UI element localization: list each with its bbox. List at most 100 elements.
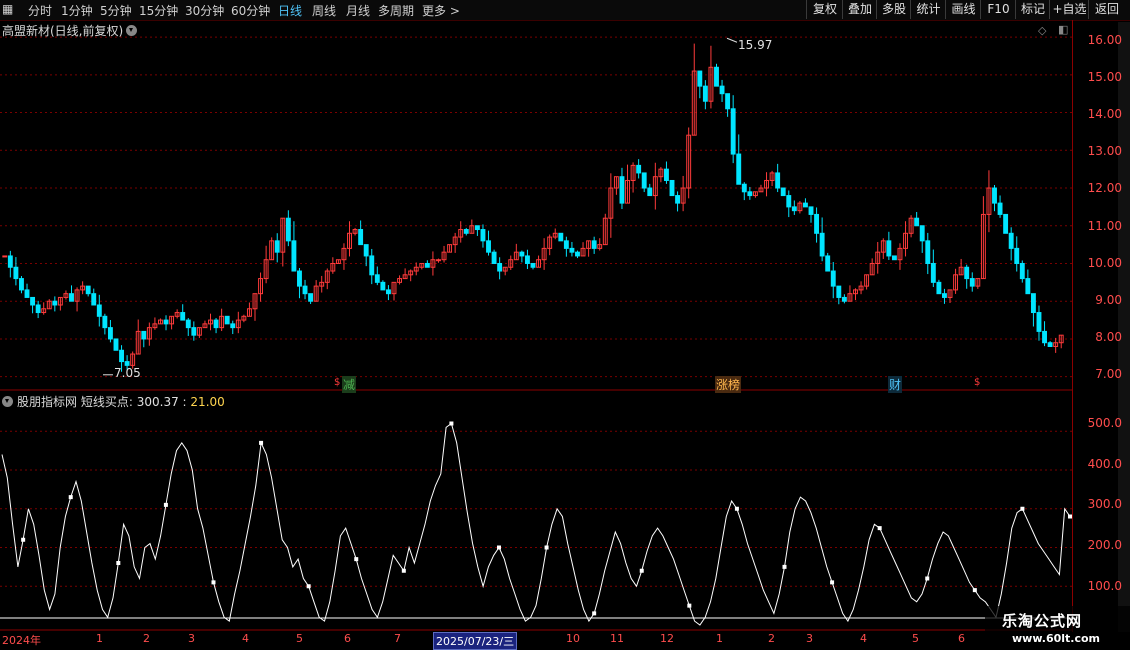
candle-body (591, 240, 597, 249)
y-tick-label: 8.00 (1095, 330, 1122, 344)
buy-point-marker (592, 611, 597, 616)
event-marker-limitup[interactable]: 涨榜 (715, 376, 742, 393)
candle-body (964, 266, 970, 280)
candle-body (969, 278, 975, 287)
candle-body (69, 293, 74, 302)
event-marker-finance[interactable]: 财 (888, 376, 903, 393)
candle-body (836, 285, 842, 298)
y-tick-label: 7.00 (1095, 367, 1122, 381)
low-price-label: 7.05 (114, 366, 141, 380)
candle-body (52, 300, 58, 306)
date-label: 11 (610, 632, 624, 645)
candle-body (380, 281, 386, 291)
candle-body (841, 296, 847, 302)
buy-point-marker (687, 603, 692, 608)
candle-body (363, 244, 369, 257)
candle-body (291, 240, 297, 272)
candle-body (1025, 278, 1031, 295)
candle-body (436, 259, 441, 262)
candle-body (636, 164, 642, 174)
indicator-sep: : (182, 395, 187, 409)
candle-body (385, 289, 391, 295)
candle-body (830, 270, 836, 287)
date-label: 2 (143, 632, 150, 645)
candle-body (1030, 293, 1036, 314)
candle-body (2, 255, 8, 258)
buy-point-marker (925, 576, 930, 581)
candle-body (297, 270, 302, 287)
indicator-line-name: 短线买点: (80, 395, 133, 409)
indicator-title[interactable]: 股朋指标网 短线买点: 300.37 : 21.00 (2, 393, 225, 410)
buy-point-marker (639, 568, 644, 573)
buy-point-marker (68, 495, 73, 500)
candle-body (308, 293, 314, 302)
y-axis-separator (1072, 20, 1073, 632)
candle-body (30, 296, 36, 306)
candle-body (230, 323, 236, 329)
candle-body (575, 251, 580, 257)
candle-body (519, 251, 525, 257)
candle-body (808, 206, 814, 215)
candle-body (775, 172, 781, 189)
candle-body (96, 304, 102, 317)
candle-body (19, 278, 24, 291)
candle-body (647, 187, 653, 197)
candle-body (113, 338, 119, 351)
buy-point-marker (306, 584, 311, 589)
buy-point-marker (163, 502, 168, 507)
candle-body (702, 85, 708, 102)
candle-body (141, 330, 147, 340)
indicator-value-1: 300.37 (136, 395, 179, 409)
ind-y-tick-label: 200.0 (1087, 538, 1122, 552)
candle-body (619, 176, 625, 204)
candle-body (358, 229, 364, 246)
candle-body (719, 85, 725, 95)
date-label: 4 (242, 632, 249, 645)
buy-point-marker (354, 557, 359, 562)
indicator-dropdown-icon[interactable] (2, 396, 13, 407)
candle-body (213, 319, 219, 329)
y-tick-label: 10.00 (1087, 256, 1122, 270)
candle-body (725, 93, 731, 110)
ind-y-tick-label: 500.0 (1087, 416, 1122, 430)
buy-point-marker (877, 526, 882, 531)
date-label: 3 (188, 632, 195, 645)
candle-body (930, 262, 936, 283)
date-label: 7 (394, 632, 401, 645)
indicator-series (1, 421, 1072, 626)
candle-body (102, 315, 108, 329)
candle-body (369, 255, 375, 276)
date-label: 3 (806, 632, 813, 645)
date-label: 2024年 (2, 634, 41, 647)
candle-body (1003, 213, 1009, 234)
candle-body (891, 255, 897, 261)
high-price-label: 15.97 (738, 38, 773, 52)
event-marker-reduce[interactable]: 减 (342, 376, 357, 393)
date-label: 1 (96, 632, 103, 645)
candle-body (374, 274, 380, 283)
candle-body (85, 285, 91, 295)
buy-point-marker (830, 580, 835, 585)
candle-body (530, 262, 536, 268)
y-tick-label: 14.00 (1087, 107, 1122, 121)
candle-body (641, 172, 647, 189)
candle-body (925, 240, 931, 264)
y-tick-label: 12.00 (1087, 181, 1122, 195)
candle-body (714, 66, 719, 87)
candle-body (558, 232, 564, 242)
buy-point-marker (782, 564, 787, 569)
candle-body (35, 304, 41, 314)
candle-body (13, 266, 19, 280)
candle-body (1014, 247, 1020, 264)
dollar-icon: $ (334, 377, 341, 388)
candle-body (285, 217, 291, 242)
candle-body (819, 232, 825, 257)
date-label: 6 (958, 632, 965, 645)
y-tick-label: 11.00 (1087, 219, 1122, 233)
candle-body (497, 262, 503, 272)
candle-body (780, 187, 786, 197)
candle-body (747, 191, 753, 197)
short-buy-line (1, 422, 1071, 626)
candle-body (491, 251, 497, 264)
candle-body (663, 168, 669, 181)
